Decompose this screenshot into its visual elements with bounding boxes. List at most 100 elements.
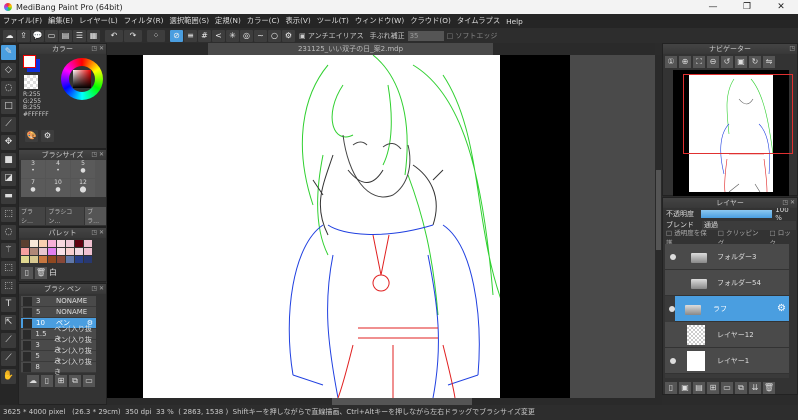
brush-item[interactable]: 3 NONAME <box>21 296 96 307</box>
radial-snap-icon[interactable]: ✳ <box>226 29 239 42</box>
concentric-snap-icon[interactable]: ◎ <box>240 29 253 42</box>
layer-row[interactable]: フォルダー54 <box>665 270 789 296</box>
menu-edit[interactable]: 編集(E) <box>48 16 73 26</box>
palette-swatch[interactable] <box>75 256 83 263</box>
palette-swatch[interactable] <box>30 240 38 247</box>
palette-swatch[interactable] <box>30 256 38 263</box>
vertical-scrollbar[interactable] <box>655 55 662 398</box>
new-1bit-layer-icon[interactable]: ▤ <box>693 382 705 394</box>
move-tool-icon[interactable]: ✥ <box>1 135 16 150</box>
palette-swatch[interactable] <box>48 256 56 263</box>
brush-item[interactable]: 8 ペン(入り抜き <box>21 358 96 376</box>
folder-icon[interactable]: ▭ <box>83 375 95 387</box>
new-folder-icon[interactable]: ▭ <box>721 382 733 394</box>
palette-swatch[interactable] <box>57 248 65 255</box>
visibility-icon[interactable] <box>670 253 676 260</box>
palette-swatch[interactable] <box>57 240 65 247</box>
palette-swatch[interactable] <box>75 248 83 255</box>
bucket-tool-icon[interactable]: ◪ <box>1 171 16 186</box>
select-tool-icon[interactable]: ⬚ <box>1 207 16 222</box>
operation-tool-icon[interactable]: ⇱ <box>1 315 16 330</box>
fill-rect-tool-icon[interactable]: ■ <box>1 153 16 168</box>
flip-icon[interactable]: ⇋ <box>763 56 775 68</box>
brush-item[interactable]: 5 NONAME <box>21 307 96 318</box>
palette-swatch[interactable] <box>30 248 38 255</box>
visibility-icon[interactable] <box>670 357 676 364</box>
menu-file[interactable]: ファイル(F) <box>3 16 42 26</box>
palette-swatch[interactable] <box>21 240 29 247</box>
horizontal-scrollbar[interactable] <box>107 398 662 405</box>
brush-size-12[interactable]: 12 ⬤ <box>71 179 95 197</box>
brush-size-4[interactable]: 4 • <box>46 160 70 178</box>
palette-swatch[interactable] <box>57 256 65 263</box>
undo-button[interactable]: ↶ <box>105 29 123 42</box>
menu-help[interactable]: Help <box>506 17 523 26</box>
zoom-reset-icon[interactable]: ① <box>665 56 677 68</box>
vanishing-point-icon[interactable]: < <box>212 29 225 42</box>
cloud-save-icon[interactable]: ☁ <box>3 29 16 42</box>
reset-rotation-icon[interactable]: ▣ <box>735 56 747 68</box>
rotate-left-icon[interactable]: ↺ <box>721 56 733 68</box>
eyedropper-tool-icon[interactable]: ⟋ <box>1 351 16 366</box>
page-icon[interactable]: ▤ <box>59 29 72 42</box>
dot-eraser-tool-icon[interactable]: ◌ <box>1 81 16 96</box>
gradient-tool-icon[interactable]: ▬ <box>1 189 16 204</box>
close-button[interactable]: ✕ <box>764 0 798 14</box>
snap-settings-icon[interactable]: ⚙ <box>282 29 295 42</box>
snap-off-icon[interactable]: ⊘ <box>170 29 183 42</box>
lasso-tool-icon[interactable]: ◌ <box>1 225 16 240</box>
viewport-indicator[interactable] <box>683 74 793 154</box>
visibility-icon[interactable] <box>669 305 675 312</box>
menu-ruler[interactable]: 定規(N) <box>215 16 241 26</box>
menu-color[interactable]: カラー(C) <box>247 16 280 26</box>
palette-icon[interactable]: 🎨 <box>25 130 38 142</box>
brush-size-7[interactable]: 7 ● <box>21 179 45 197</box>
soft-edge-checkbox[interactable]: □ ソフトエッジ <box>447 31 498 41</box>
menu-window[interactable]: ウィンドウ(W) <box>355 16 404 26</box>
palette-swatch[interactable] <box>39 240 47 247</box>
duplicate-layer-icon[interactable]: ⧉ <box>735 382 747 394</box>
list-icon[interactable]: ☰ <box>73 29 86 42</box>
palette-swatch[interactable] <box>66 248 74 255</box>
palette-swatch[interactable] <box>84 240 92 247</box>
palette-swatch[interactable] <box>21 248 29 255</box>
merge-layer-icon[interactable]: ⇊ <box>749 382 761 394</box>
share-icon[interactable]: ⇪ <box>17 29 30 42</box>
minimize-button[interactable]: — <box>696 0 730 14</box>
new-halftone-layer-icon[interactable]: ▣ <box>679 382 691 394</box>
palette-swatch[interactable] <box>39 256 47 263</box>
layer-row[interactable]: フォルダー3 <box>665 244 789 270</box>
saturation-value-square[interactable] <box>73 70 91 88</box>
menu-selection[interactable]: 選択範囲(S) <box>170 16 210 26</box>
text-tool-icon[interactable]: T <box>1 297 16 312</box>
zoom-out-icon[interactable]: ⊖ <box>707 56 719 68</box>
rotate-right-icon[interactable]: ↻ <box>749 56 761 68</box>
redo-button[interactable]: ↷ <box>124 29 142 42</box>
zoom-in-icon[interactable]: ⊕ <box>679 56 691 68</box>
layer-row[interactable]: レイヤー12 <box>665 322 789 348</box>
delete-palette-icon[interactable]: 🗑 <box>35 267 47 279</box>
menu-filter[interactable]: フィルタ(R) <box>124 16 164 26</box>
new-palette-icon[interactable]: ▯ <box>21 267 33 279</box>
select-eraser-tool-icon[interactable]: ⬚ <box>1 279 16 294</box>
line-tool-icon[interactable]: ⟋ <box>1 117 16 132</box>
gear-icon[interactable]: ⚙ <box>777 303 786 314</box>
foreground-color-swatch[interactable] <box>23 55 36 68</box>
canvas-area[interactable] <box>107 54 655 399</box>
copy-brush-icon[interactable]: ⧉ <box>69 375 81 387</box>
select-pen-tool-icon[interactable]: ⬚ <box>1 261 16 276</box>
navigator-preview[interactable] <box>673 70 793 196</box>
menu-layer[interactable]: レイヤー(L) <box>79 16 118 26</box>
hand-tool-icon[interactable]: ✋ <box>1 369 16 384</box>
selection-dots-icon[interactable]: ⁘ <box>147 29 165 42</box>
layer-row-selected[interactable]: ラフ ⚙ <box>669 296 789 322</box>
palette-swatch[interactable] <box>48 248 56 255</box>
curve-snap-icon[interactable]: ~ <box>254 29 267 42</box>
palette-swatch[interactable] <box>39 248 47 255</box>
stabilizer-select[interactable]: 35 <box>407 30 444 41</box>
divide-tool-icon[interactable]: ⟋ <box>1 333 16 348</box>
grid-icon[interactable]: ▦ <box>87 29 100 42</box>
brush-size-5[interactable]: 5 ● <box>71 160 95 178</box>
palette-swatch[interactable] <box>66 240 74 247</box>
tab-brush-control[interactable]: ブラシコン… <box>46 207 85 225</box>
